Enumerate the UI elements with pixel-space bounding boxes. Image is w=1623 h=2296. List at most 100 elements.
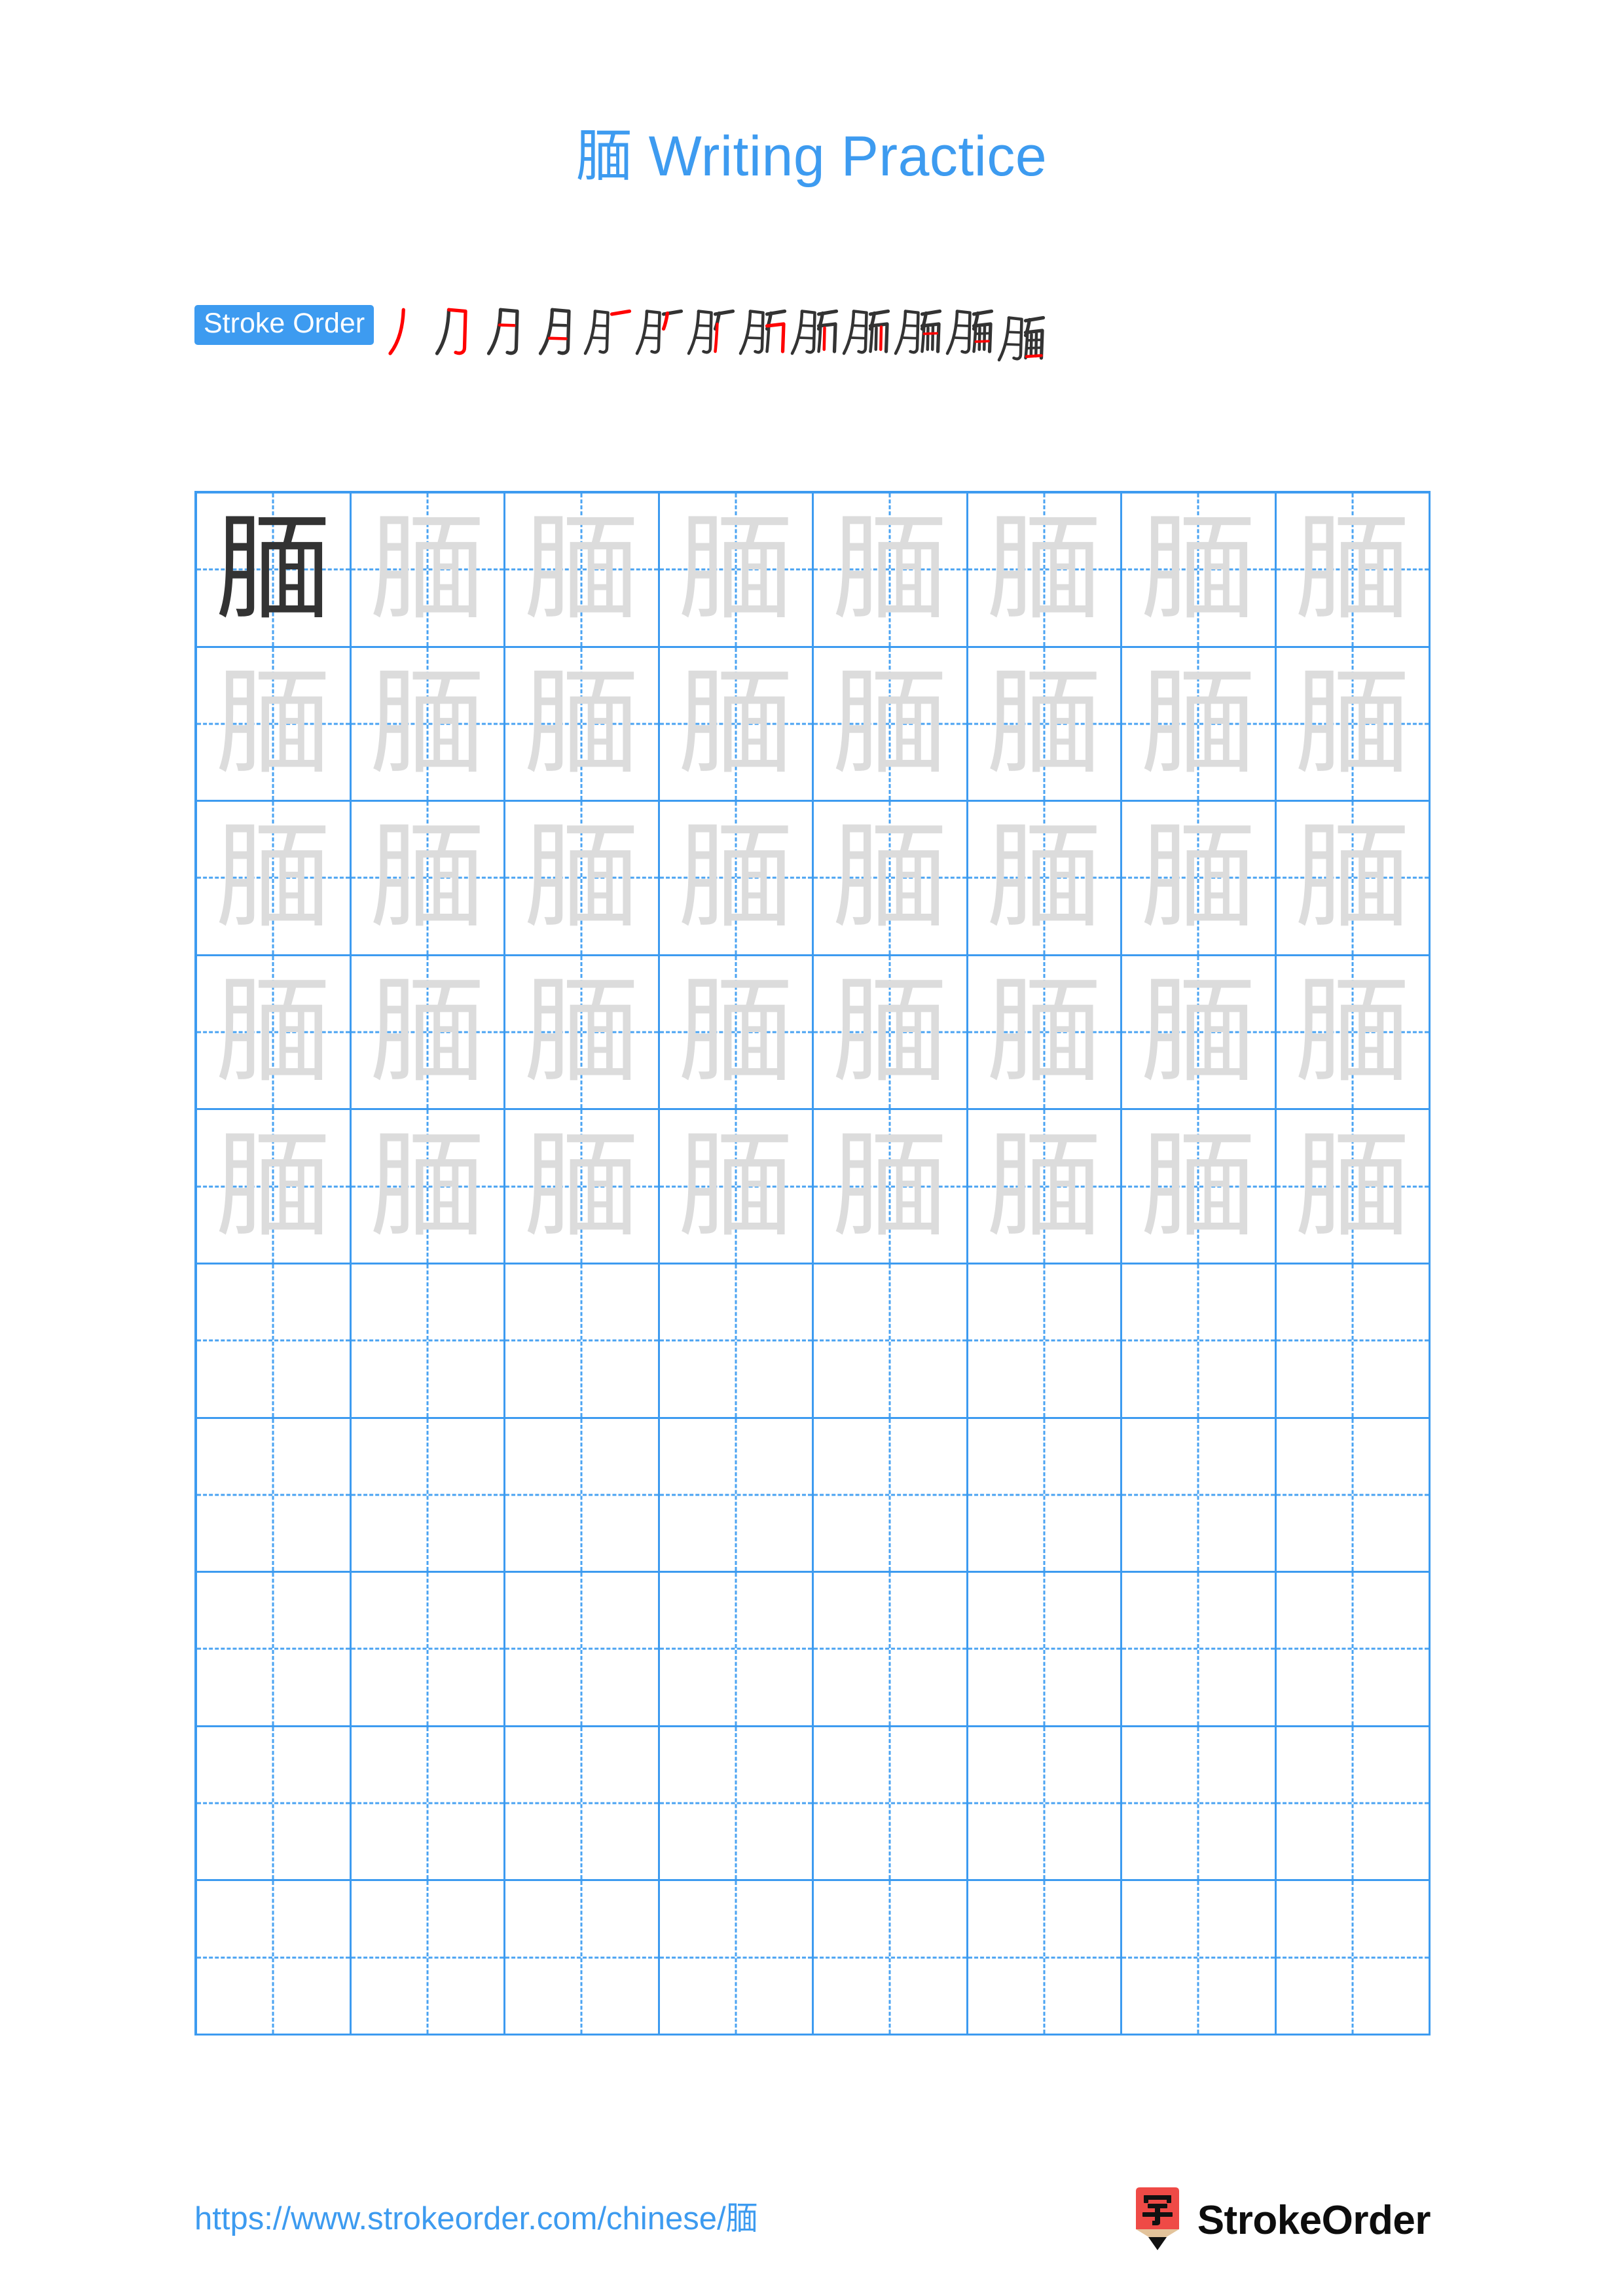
grid-cell-r4-c3[interactable]: 腼 (505, 956, 660, 1111)
grid-cell-r2-c2[interactable]: 腼 (351, 647, 505, 802)
grid-cell-r1-c2[interactable]: 腼 (351, 493, 505, 648)
grid-cell-r7-c8[interactable] (1276, 1418, 1431, 1573)
grid-cell-r8-c6[interactable] (968, 1573, 1122, 1727)
grid-cell-r10-c3[interactable] (505, 1881, 660, 2036)
grid-cell-r9-c5[interactable] (814, 1727, 968, 1882)
grid-cell-r5-c3[interactable]: 腼 (505, 1110, 660, 1265)
source-url-link[interactable]: https://www.strokeorder.com/chinese/腼 (194, 2193, 758, 2239)
grid-cell-r2-c5[interactable]: 腼 (814, 647, 968, 802)
trace-character: 腼 (524, 656, 640, 791)
grid-cell-r6-c4[interactable] (659, 1265, 814, 1419)
grid-cell-r6-c5[interactable] (814, 1265, 968, 1419)
grid-cell-r7-c2[interactable] (351, 1418, 505, 1573)
stroke-step-6 (635, 302, 684, 361)
grid-cell-r7-c1[interactable] (197, 1418, 352, 1573)
grid-cell-r2-c4[interactable]: 腼 (659, 647, 814, 802)
trace-character: 腼 (1294, 965, 1410, 1100)
grid-cell-r8-c4[interactable] (659, 1573, 814, 1727)
grid-cell-r2-c7[interactable]: 腼 (1122, 647, 1277, 802)
grid-cell-r8-c3[interactable] (505, 1573, 660, 1727)
grid-cell-r3-c6[interactable]: 腼 (968, 802, 1122, 956)
trace-character: 腼 (524, 810, 640, 945)
stroke-step-8 (739, 302, 788, 361)
trace-character: 腼 (369, 1119, 485, 1253)
grid-cell-r6-c2[interactable] (351, 1265, 505, 1419)
grid-cell-r1-c3[interactable]: 腼 (505, 493, 660, 648)
grid-cell-r8-c7[interactable] (1122, 1573, 1277, 1727)
grid-cell-r2-c3[interactable]: 腼 (505, 647, 660, 802)
grid-cell-r4-c6[interactable]: 腼 (968, 956, 1122, 1111)
grid-cell-r2-c1[interactable]: 腼 (197, 647, 352, 802)
trace-character: 腼 (678, 1119, 793, 1253)
trace-character: 腼 (678, 965, 793, 1100)
grid-cell-r3-c5[interactable]: 腼 (814, 802, 968, 956)
trace-character: 腼 (215, 810, 331, 945)
stroke-order-badge: Stroke Order (194, 305, 374, 345)
grid-cell-r3-c3[interactable]: 腼 (505, 802, 660, 956)
trace-character: 腼 (1140, 1119, 1256, 1253)
stroke-step-11 (894, 302, 943, 361)
trace-character: 腼 (1140, 502, 1256, 637)
grid-cell-r8-c1[interactable] (197, 1573, 352, 1727)
grid-cell-r5-c8[interactable]: 腼 (1276, 1110, 1431, 1265)
pencil-logo-icon (1135, 2187, 1179, 2250)
grid-cell-r5-c6[interactable]: 腼 (968, 1110, 1122, 1265)
grid-cell-r4-c7[interactable]: 腼 (1122, 956, 1277, 1111)
grid-cell-r6-c7[interactable] (1122, 1265, 1277, 1419)
trace-character: 腼 (1294, 502, 1410, 637)
grid-cell-r10-c6[interactable] (968, 1881, 1122, 2036)
grid-cell-r8-c8[interactable] (1276, 1573, 1431, 1727)
grid-cell-r7-c5[interactable] (814, 1418, 968, 1573)
grid-cell-r1-c6[interactable]: 腼 (968, 493, 1122, 648)
grid-cell-r2-c8[interactable]: 腼 (1276, 647, 1431, 802)
grid-cell-r4-c5[interactable]: 腼 (814, 956, 968, 1111)
grid-cell-r1-c1[interactable]: 腼 (197, 493, 352, 648)
grid-cell-r9-c3[interactable] (505, 1727, 660, 1882)
grid-cell-r4-c8[interactable]: 腼 (1276, 956, 1431, 1111)
trace-character: 腼 (1294, 810, 1410, 945)
grid-cell-r2-c6[interactable]: 腼 (968, 647, 1122, 802)
grid-cell-r9-c4[interactable] (659, 1727, 814, 1882)
grid-cell-r6-c8[interactable] (1276, 1265, 1431, 1419)
grid-cell-r3-c8[interactable]: 腼 (1276, 802, 1431, 956)
grid-cell-r6-c1[interactable] (197, 1265, 352, 1419)
grid-cell-r7-c3[interactable] (505, 1418, 660, 1573)
grid-cell-r7-c6[interactable] (968, 1418, 1122, 1573)
grid-cell-r9-c2[interactable] (351, 1727, 505, 1882)
grid-cell-r4-c4[interactable]: 腼 (659, 956, 814, 1111)
grid-cell-r4-c1[interactable]: 腼 (197, 956, 352, 1111)
grid-cell-r4-c2[interactable]: 腼 (351, 956, 505, 1111)
grid-cell-r1-c7[interactable]: 腼 (1122, 493, 1277, 648)
grid-cell-r9-c6[interactable] (968, 1727, 1122, 1882)
grid-cell-r6-c6[interactable] (968, 1265, 1122, 1419)
grid-cell-r10-c7[interactable] (1122, 1881, 1277, 2036)
grid-cell-r10-c4[interactable] (659, 1881, 814, 2036)
grid-cell-r3-c1[interactable]: 腼 (197, 802, 352, 956)
grid-cell-r3-c7[interactable]: 腼 (1122, 802, 1277, 956)
grid-cell-r7-c4[interactable] (659, 1418, 814, 1573)
grid-cell-r8-c5[interactable] (814, 1573, 968, 1727)
grid-cell-r5-c4[interactable]: 腼 (659, 1110, 814, 1265)
trace-character: 腼 (215, 1119, 331, 1253)
grid-cell-r9-c1[interactable] (197, 1727, 352, 1882)
grid-cell-r3-c2[interactable]: 腼 (351, 802, 505, 956)
grid-cell-r10-c5[interactable] (814, 1881, 968, 2036)
grid-cell-r1-c5[interactable]: 腼 (814, 493, 968, 648)
grid-cell-r5-c2[interactable]: 腼 (351, 1110, 505, 1265)
grid-cell-r10-c8[interactable] (1276, 1881, 1431, 2036)
grid-cell-r10-c2[interactable] (351, 1881, 505, 2036)
trace-character: 腼 (678, 502, 793, 637)
grid-cell-r8-c2[interactable] (351, 1573, 505, 1727)
grid-cell-r3-c4[interactable]: 腼 (659, 802, 814, 956)
grid-cell-r10-c1[interactable] (197, 1881, 352, 2036)
grid-cell-r1-c4[interactable]: 腼 (659, 493, 814, 648)
grid-cell-r7-c7[interactable] (1122, 1418, 1277, 1573)
grid-cell-r9-c8[interactable] (1276, 1727, 1431, 1882)
grid-cell-r5-c1[interactable]: 腼 (197, 1110, 352, 1265)
grid-cell-r1-c8[interactable]: 腼 (1276, 493, 1431, 648)
trace-character: 腼 (832, 810, 948, 945)
grid-cell-r6-c3[interactable] (505, 1265, 660, 1419)
grid-cell-r5-c7[interactable]: 腼 (1122, 1110, 1277, 1265)
grid-cell-r5-c5[interactable]: 腼 (814, 1110, 968, 1265)
grid-cell-r9-c7[interactable] (1122, 1727, 1277, 1882)
